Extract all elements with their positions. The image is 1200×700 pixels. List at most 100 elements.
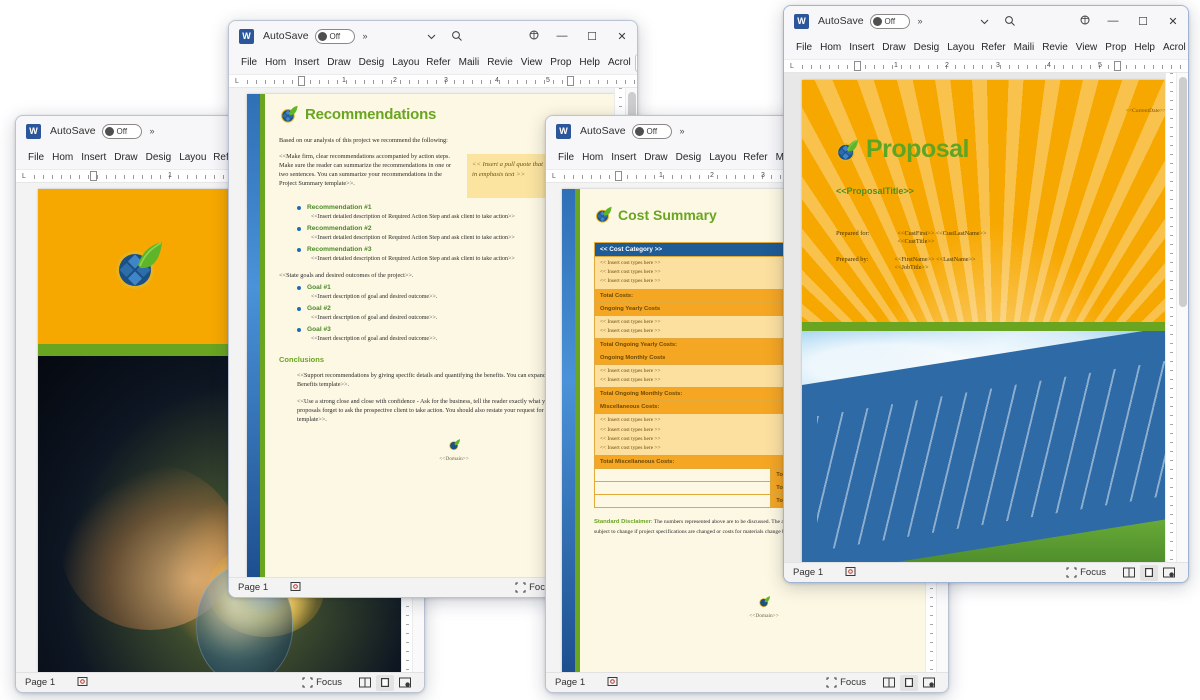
autosave-toggle[interactable]: Off: [314, 28, 355, 44]
right-indent-marker[interactable]: [1114, 61, 1121, 71]
tab-insert[interactable]: Insert: [290, 51, 323, 74]
tab-home[interactable]: Hom: [48, 146, 77, 169]
tab-home[interactable]: Hom: [816, 36, 845, 59]
maximize-button[interactable]: ☐: [577, 21, 607, 51]
more-commands-icon[interactable]: »: [363, 31, 368, 41]
status-bar[interactable]: Page 1 Focus: [784, 562, 1188, 582]
right-indent-marker[interactable]: [567, 76, 574, 86]
search-icon[interactable]: [997, 9, 1023, 33]
view-buttons[interactable]: [356, 674, 414, 691]
document-page[interactable]: <<CurrentDate>> Proposal <<ProposalTitle…: [802, 80, 1188, 562]
tab-insert[interactable]: Insert: [77, 146, 110, 169]
minimize-button[interactable]: —: [1098, 6, 1128, 36]
tab-acrobat[interactable]: Acrol: [1159, 36, 1188, 59]
tab-layout[interactable]: Layou: [175, 146, 209, 169]
tab-proposal[interactable]: Prop: [546, 51, 575, 74]
tab-file[interactable]: File: [24, 146, 48, 169]
read-mode-icon[interactable]: [880, 675, 898, 691]
indent-marker[interactable]: [298, 76, 305, 86]
tab-file[interactable]: File: [237, 51, 261, 74]
tab-layout[interactable]: Layou: [943, 36, 977, 59]
tab-file[interactable]: File: [792, 36, 816, 59]
print-layout-icon[interactable]: [376, 674, 394, 691]
tab-review[interactable]: Revie: [1038, 36, 1072, 59]
more-commands-icon[interactable]: »: [918, 16, 923, 26]
titlebar[interactable]: W AutoSave Off » — ☐ ✕: [784, 6, 1188, 36]
print-layout-icon[interactable]: [900, 674, 918, 691]
focus-mode-button[interactable]: Focus: [826, 677, 866, 688]
tab-file[interactable]: File: [554, 146, 578, 169]
accessibility-checker-icon[interactable]: [77, 676, 88, 690]
focus-mode-button[interactable]: Focus: [302, 677, 342, 688]
status-bar[interactable]: Page 1 Focus: [546, 672, 948, 692]
indent-marker[interactable]: [90, 171, 97, 181]
vertical-scrollbar[interactable]: [1176, 73, 1188, 562]
search-icon[interactable]: [444, 24, 470, 48]
tab-design[interactable]: Desig: [355, 51, 389, 74]
tab-home[interactable]: Hom: [578, 146, 607, 169]
page-indicator[interactable]: Page 1: [25, 677, 55, 688]
tab-layout[interactable]: Layou: [388, 51, 422, 74]
tab-design[interactable]: Desig: [142, 146, 176, 169]
more-commands-icon[interactable]: »: [680, 126, 685, 136]
tab-design[interactable]: Desig: [910, 36, 944, 59]
close-button[interactable]: ✕: [1158, 6, 1188, 36]
share-icon[interactable]: [1072, 9, 1098, 33]
more-commands-icon[interactable]: »: [150, 126, 155, 136]
tab-insert[interactable]: Insert: [845, 36, 878, 59]
tab-draw[interactable]: Draw: [640, 146, 671, 169]
accessibility-checker-icon[interactable]: [290, 581, 301, 595]
maximize-button[interactable]: ☐: [1128, 6, 1158, 36]
autosave-toggle[interactable]: Off: [869, 13, 910, 29]
tab-view[interactable]: View: [517, 51, 547, 74]
ribbon-tabs[interactable]: File Hom Insert Draw Desig Layou Refer M…: [229, 51, 637, 75]
tab-help[interactable]: Help: [1130, 36, 1159, 59]
tab-insert[interactable]: Insert: [607, 146, 640, 169]
tab-view[interactable]: View: [1072, 36, 1102, 59]
tab-review[interactable]: Revie: [483, 51, 517, 74]
page-indicator[interactable]: Page 1: [238, 582, 268, 593]
tab-mailings[interactable]: Maili: [1010, 36, 1039, 59]
window-controls[interactable]: — ☐ ✕: [547, 21, 637, 51]
indent-marker[interactable]: [854, 61, 861, 71]
ruler-corner-icon[interactable]: L: [235, 78, 239, 85]
tab-draw[interactable]: Draw: [323, 51, 354, 74]
tab-home[interactable]: Hom: [261, 51, 290, 74]
ribbon-right-group[interactable]: Editing ›: [634, 53, 637, 72]
web-layout-icon[interactable]: [396, 675, 414, 691]
page-indicator[interactable]: Page 1: [555, 677, 585, 688]
titlebar[interactable]: W AutoSave Off » — ☐ ✕: [229, 21, 637, 51]
read-mode-icon[interactable]: [1120, 565, 1138, 581]
tab-references[interactable]: Refer: [977, 36, 1009, 59]
tab-mailings[interactable]: Maili: [455, 51, 484, 74]
tab-help[interactable]: Help: [575, 51, 604, 74]
web-layout-icon[interactable]: [920, 675, 938, 691]
tab-references[interactable]: Refer: [422, 51, 454, 74]
tab-layout[interactable]: Layou: [705, 146, 739, 169]
word-window-proposal[interactable]: W AutoSave Off » — ☐ ✕ File Hom Insert D…: [783, 5, 1189, 583]
view-buttons[interactable]: [1120, 564, 1178, 581]
customize-quick-access-chevron-icon[interactable]: [418, 24, 444, 48]
tab-references[interactable]: Refer: [739, 146, 771, 169]
accessibility-checker-icon[interactable]: [607, 676, 618, 690]
tab-acrobat[interactable]: Acrol: [604, 51, 635, 74]
page-indicator[interactable]: Page 1: [793, 567, 823, 578]
ribbon-tabs[interactable]: File Hom Insert Draw Desig Layou Refer M…: [784, 36, 1188, 60]
comments-button[interactable]: [634, 53, 637, 72]
status-bar[interactable]: Page 1 Focus: [16, 672, 424, 692]
tab-draw[interactable]: Draw: [110, 146, 141, 169]
read-mode-icon[interactable]: [356, 675, 374, 691]
customize-quick-access-chevron-icon[interactable]: [971, 9, 997, 33]
ruler-corner-icon[interactable]: L: [22, 173, 26, 180]
accessibility-checker-icon[interactable]: [845, 566, 856, 580]
tab-proposal[interactable]: Prop: [1101, 36, 1130, 59]
share-icon[interactable]: [521, 24, 547, 48]
autosave-toggle[interactable]: Off: [631, 123, 672, 139]
web-layout-icon[interactable]: [1160, 565, 1178, 581]
scrollbar-thumb[interactable]: [1179, 77, 1187, 307]
document-canvas[interactable]: <<CurrentDate>> Proposal <<ProposalTitle…: [784, 73, 1188, 562]
ruler-corner-icon[interactable]: L: [790, 63, 794, 70]
close-button[interactable]: ✕: [607, 21, 637, 51]
tab-draw[interactable]: Draw: [878, 36, 909, 59]
indent-marker[interactable]: [615, 171, 622, 181]
